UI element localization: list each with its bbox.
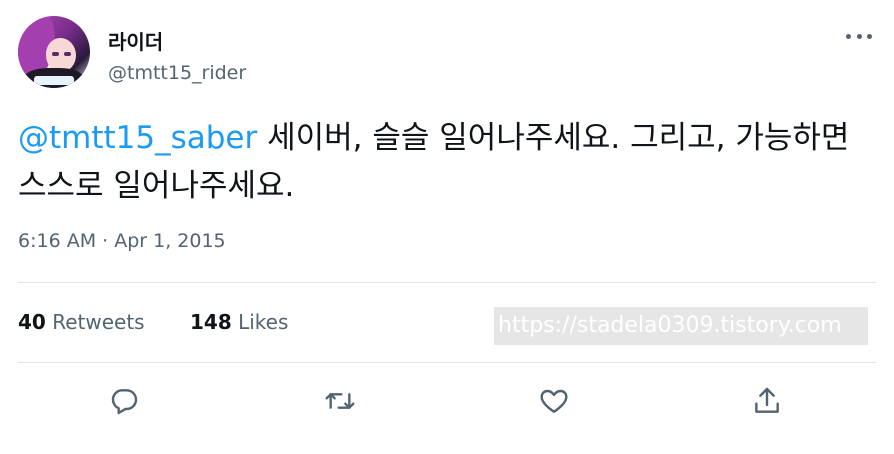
divider bbox=[18, 362, 876, 363]
tweet-timestamp[interactable]: 6:16 AM · Apr 1, 2015 bbox=[18, 230, 226, 252]
display-name[interactable]: 라이더 bbox=[108, 26, 163, 55]
retweets-label: Retweets bbox=[52, 310, 145, 334]
reply-button[interactable] bbox=[101, 378, 147, 424]
retweet-button[interactable] bbox=[317, 378, 363, 424]
tweet-card: 라이더 @tmtt15_rider @tmtt15_saber 세이버, 슬슬 … bbox=[0, 0, 894, 454]
divider bbox=[18, 282, 876, 283]
tweet-header: 라이더 @tmtt15_rider bbox=[18, 16, 878, 90]
likes-label: Likes bbox=[238, 310, 289, 334]
share-button[interactable] bbox=[744, 378, 790, 424]
retweet-icon bbox=[325, 393, 355, 409]
heart-icon bbox=[540, 389, 568, 413]
action-bar bbox=[0, 378, 894, 424]
retweets-count: 40 bbox=[18, 310, 46, 334]
share-icon bbox=[755, 387, 779, 413]
likes-count: 148 bbox=[190, 310, 232, 334]
likes-stat[interactable]: 148 Likes bbox=[190, 310, 288, 334]
reply-icon bbox=[111, 389, 138, 415]
like-button[interactable] bbox=[531, 378, 577, 424]
user-handle[interactable]: @tmtt15_rider bbox=[108, 62, 246, 84]
avatar[interactable] bbox=[18, 16, 90, 88]
tweet-text: @tmtt15_saber 세이버, 슬슬 일어나주세요. 그리고, 가능하면 … bbox=[18, 114, 878, 210]
mention-link[interactable]: @tmtt15_saber bbox=[18, 120, 257, 156]
retweets-stat[interactable]: 40 Retweets bbox=[18, 310, 145, 334]
watermark: https://stadela0309.tistory.com bbox=[494, 307, 868, 345]
more-dots-icon[interactable] bbox=[846, 28, 872, 44]
